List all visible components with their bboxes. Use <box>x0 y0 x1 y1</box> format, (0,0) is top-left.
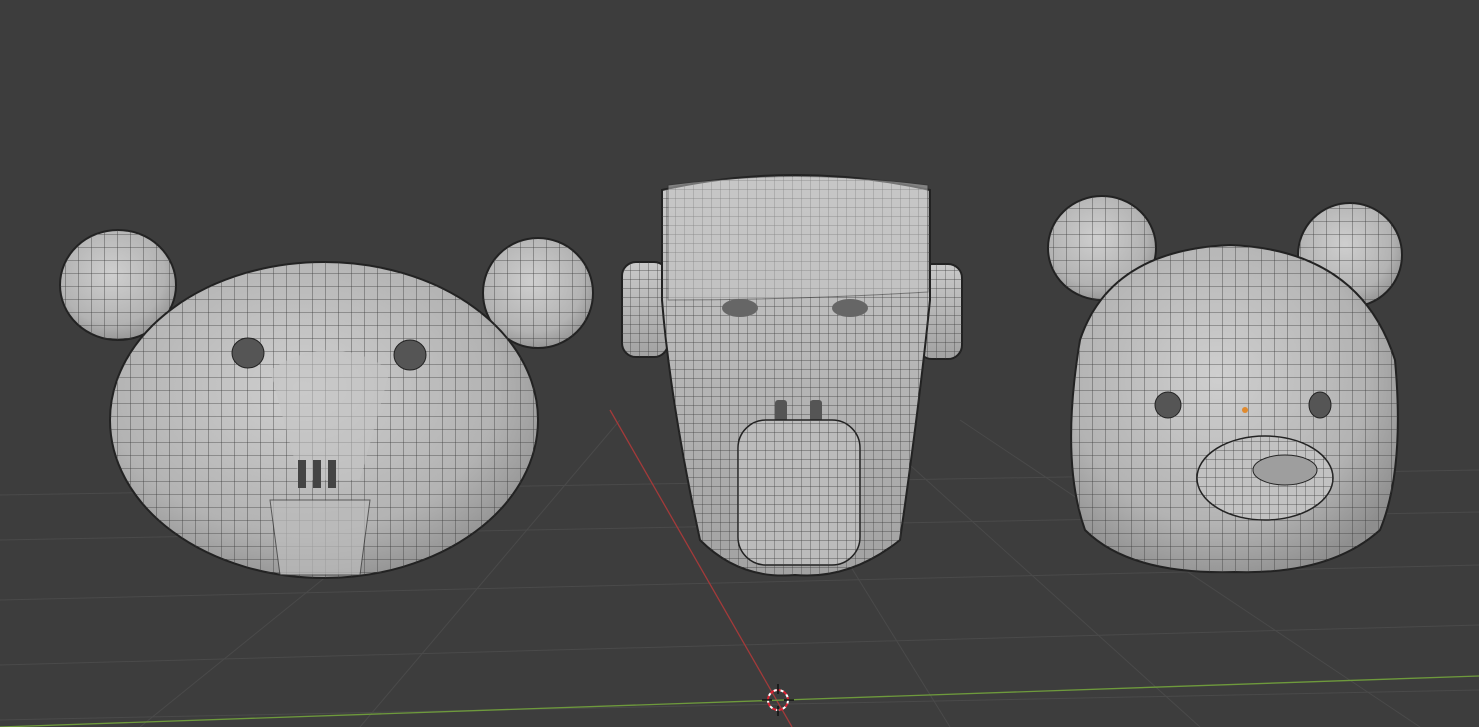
monkey-head-mesh[interactable] <box>621 174 963 577</box>
viewport-canvas[interactable] <box>0 0 1479 727</box>
origin-point-icon <box>1242 407 1248 413</box>
rodent-head-mesh[interactable] <box>59 229 594 579</box>
3d-viewport[interactable] <box>0 0 1479 727</box>
y-axis-line <box>0 675 1479 727</box>
bear-head-mesh[interactable] <box>1047 195 1403 574</box>
